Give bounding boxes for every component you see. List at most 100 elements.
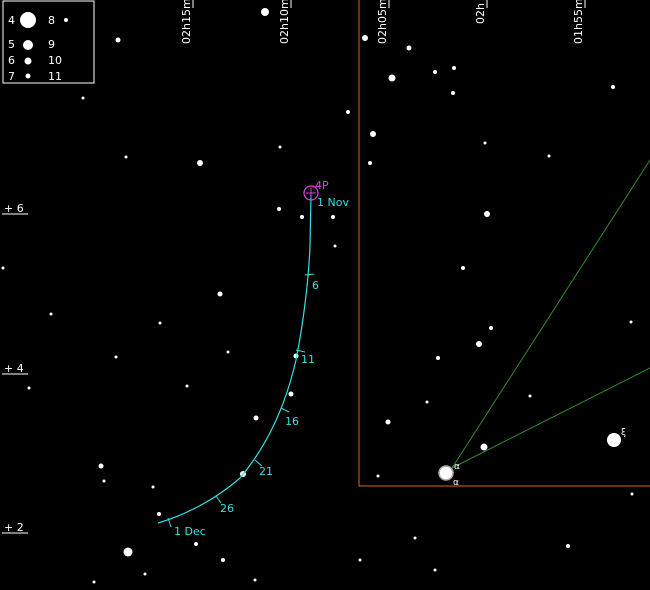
legend-star-icon — [23, 40, 33, 50]
star — [436, 356, 440, 360]
star — [484, 211, 490, 217]
track-label: 1 Dec — [174, 525, 206, 538]
ra-label: 01h55m — [572, 0, 585, 44]
star — [489, 326, 493, 330]
ra-label: 02h05m — [376, 0, 389, 44]
star — [346, 110, 350, 114]
dec-label: + 2 — [4, 521, 24, 534]
star — [226, 350, 230, 354]
legend-mag-label: 10 — [48, 54, 62, 67]
legend-mag-label: 11 — [48, 70, 62, 83]
star — [368, 161, 372, 165]
ra-axis-labels: 02h15m 02h10m 02h05m 02h 01h55m — [180, 0, 586, 44]
dec-axis-labels: + 6 + 4 + 2 — [2, 202, 28, 534]
star — [277, 207, 281, 211]
track-label: 11 — [301, 353, 315, 366]
star — [194, 542, 198, 546]
star — [451, 91, 455, 95]
star — [102, 479, 106, 483]
star — [157, 512, 161, 516]
star — [115, 37, 121, 43]
star — [197, 160, 203, 166]
legend-star-icon — [64, 18, 68, 22]
legend-mag-label: 7 — [8, 70, 15, 83]
star — [425, 400, 429, 404]
star — [253, 578, 257, 582]
bright-star-alpha — [438, 465, 454, 481]
star — [49, 312, 53, 316]
legend-mag-label: 6 — [8, 54, 15, 67]
star — [461, 266, 465, 270]
constellation-boundary — [358, 0, 650, 487]
star — [433, 568, 437, 572]
star — [566, 544, 570, 548]
star — [1, 266, 5, 270]
dec-label: + 6 — [4, 202, 24, 215]
star — [607, 433, 621, 447]
star — [362, 35, 368, 41]
star-chart: 02h15m 02h10m 02h05m 02h 01h55m + 6 + 4 … — [1, 0, 650, 584]
star-label-alpha: α — [453, 478, 459, 488]
ra-label: 02h10m — [278, 0, 291, 44]
dec-label: + 4 — [4, 362, 24, 375]
star — [221, 558, 225, 562]
star — [278, 145, 282, 149]
star — [151, 485, 155, 489]
star — [27, 386, 31, 390]
magnitude-legend: 4 8 5 9 6 10 7 11 — [2, 0, 95, 84]
star — [433, 70, 437, 74]
star — [331, 215, 335, 219]
track-label: 26 — [220, 502, 234, 515]
star — [385, 419, 391, 425]
star — [611, 85, 615, 89]
star — [333, 244, 337, 248]
legend-mag-label: 9 — [48, 38, 55, 51]
legend-star-icon — [24, 57, 32, 65]
star — [217, 291, 223, 297]
star-label-alpha: α — [454, 462, 460, 472]
star — [158, 321, 162, 325]
star — [629, 320, 633, 324]
star — [253, 415, 259, 421]
star — [547, 154, 551, 158]
star — [124, 155, 128, 159]
star — [480, 443, 488, 451]
star — [406, 45, 412, 51]
star — [452, 66, 456, 70]
star — [92, 580, 96, 584]
star — [114, 355, 118, 359]
legend-star-icon — [20, 12, 36, 28]
star — [288, 391, 294, 397]
star — [81, 96, 85, 100]
comet-track — [157, 194, 312, 524]
constellation-line — [451, 367, 650, 469]
star — [123, 547, 133, 557]
comet-name-label: 4P — [315, 179, 329, 192]
star — [476, 341, 482, 347]
track-label: 16 — [285, 415, 299, 428]
star — [98, 463, 104, 469]
star — [630, 492, 634, 496]
star — [483, 141, 487, 145]
ra-label: 02h15m — [180, 0, 193, 44]
legend-mag-label: 4 — [8, 14, 15, 27]
legend-star-icon — [25, 73, 31, 79]
ra-label: 02h — [474, 3, 487, 24]
track-label: 21 — [259, 465, 273, 478]
star — [185, 384, 189, 388]
legend-mag-label: 5 — [8, 38, 15, 51]
star — [261, 8, 269, 16]
track-ticks — [167, 273, 315, 528]
legend-mag-label: 8 — [48, 14, 55, 27]
track-label: 6 — [312, 279, 319, 292]
star — [143, 572, 147, 576]
star — [376, 474, 380, 478]
star — [370, 131, 376, 137]
constellation-line — [451, 159, 650, 469]
star-label-xi: ξ — [621, 428, 626, 438]
star-field — [1, 8, 634, 584]
star — [300, 215, 304, 219]
star — [388, 74, 396, 82]
track-label-start: 1 Nov — [317, 196, 349, 209]
star — [358, 558, 362, 562]
